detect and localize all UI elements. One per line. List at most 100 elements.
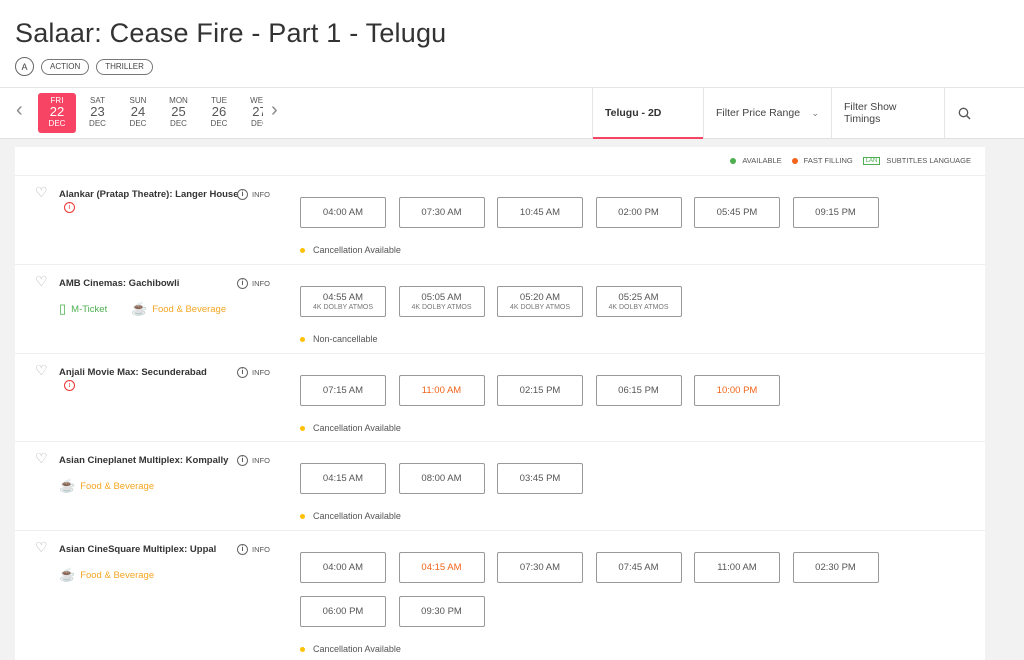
showtime-button[interactable]: 10:00 PM	[694, 375, 780, 406]
info-button[interactable]: i INFO	[237, 278, 270, 289]
showtime-label: 04:00 AM	[322, 562, 364, 573]
status-dot-icon	[300, 425, 305, 431]
showtime-label: 02:00 PM	[618, 207, 659, 218]
showtime-label: 05:05 AM	[421, 292, 462, 303]
showtime-button[interactable]: 02:00 PM	[595, 197, 682, 228]
amenity-label: M-Ticket	[71, 303, 108, 315]
chevron-right-icon[interactable]: ›	[271, 99, 278, 122]
amenity-mobile-ticket: ▯ M-Ticket	[59, 301, 107, 317]
date-strip: FRI 22 DEC SAT 23 DEC SUN 24 DEC MON 25 DEC TUE 26 DEC…	[38, 93, 263, 133]
show-timings-label: Filter Show Timings	[844, 101, 897, 125]
date-number: 23	[90, 104, 105, 119]
info-button[interactable]: i INFO	[237, 367, 270, 378]
showtime-button[interactable]: 06:15 PM	[595, 375, 682, 406]
legend-subtitles: LAN SUBTITLES LANGUAGE	[862, 156, 971, 165]
showtime-button[interactable]: 02:15 PM	[497, 375, 583, 406]
date-tab-tue[interactable]: TUE 26 DEC	[200, 93, 238, 133]
search-icon	[958, 107, 971, 119]
date-tab-mon[interactable]: MON 25 DEC	[160, 93, 198, 133]
show-timings-filter[interactable]: Filter Show Timings	[831, 88, 944, 138]
showtime-label: 04:00 AM	[322, 207, 364, 218]
date-filter-bar: ‹ FRI 22 DEC SAT 23 DEC SUN 24 DEC MON 25 DEC TUE 26 D…	[0, 88, 1024, 139]
info-icon: i	[237, 278, 248, 289]
food-beverage-icon: ☕	[59, 478, 76, 493]
showtime-format: 4K DOLBY ATMOS	[411, 304, 472, 311]
date-month-label: DEC	[48, 119, 66, 128]
info-icon: i	[237, 189, 248, 200]
amenity-label: Food & Beverage	[80, 480, 155, 492]
showtime-label: 11:00 AM	[717, 562, 757, 573]
heart-icon[interactable]: ♡	[35, 273, 48, 290]
showtime-label: 07:45 AM	[618, 562, 659, 573]
showtime-button[interactable]: 02:30 PM	[792, 552, 879, 583]
venue-row: ♡ Anjali Movie Max: Secunderabad i INFO i 07:…	[15, 353, 985, 441]
date-tab-wed[interactable]: WED27DEC	[241, 93, 263, 133]
food-beverage-icon: ☕	[59, 567, 76, 582]
showtime-button[interactable]: 06:00 PM	[300, 596, 386, 627]
cancellation-note: Cancellation Available	[300, 423, 401, 433]
legend-available: AVAILABLE	[730, 156, 782, 165]
date-number: 24	[130, 104, 146, 119]
venue-row: ♡ Asian CineSquare Multiplex: Uppal i INFO ☕…	[15, 530, 985, 660]
available-dot-icon	[730, 157, 737, 164]
showtime-label: 02:30 PM	[815, 562, 856, 573]
legend-available-label: AVAILABLE	[742, 156, 782, 165]
showtime-button[interactable]: 07:15 AM	[300, 375, 386, 406]
showtime-button[interactable]: 04:00 AM	[300, 197, 386, 228]
filters: Telugu - 2D Filter Price Range ⌄ Filter …	[592, 88, 984, 139]
alert-info-icon[interactable]: i	[64, 380, 75, 391]
price-range-filter[interactable]: Filter Price Range ⌄	[703, 88, 831, 138]
heart-icon[interactable]: ♡	[35, 539, 48, 556]
legend-fast-filling: FAST FILLING	[791, 156, 853, 165]
alert-info-icon[interactable]: i	[64, 202, 75, 213]
info-button[interactable]: i INFO	[237, 544, 270, 555]
showtime-button[interactable]: 11:00 AM	[398, 375, 485, 406]
heart-icon[interactable]: ♡	[35, 362, 48, 379]
info-button[interactable]: i INFO	[237, 455, 270, 466]
showtime-button[interactable]: 05:05 AM 4K DOLBY ATMOS	[398, 286, 485, 317]
venue-name[interactable]: Asian Cineplanet Multiplex: Kompally	[59, 455, 228, 466]
showtime-button[interactable]: 04:55 AM 4K DOLBY ATMOS	[300, 286, 386, 317]
showtime-button[interactable]: 09:30 PM	[398, 596, 485, 627]
info-icon: i	[237, 455, 248, 466]
date-tab-fri[interactable]: FRI 22 DEC	[38, 93, 76, 133]
showtime-button[interactable]: 07:30 AM	[398, 197, 485, 228]
venue-name[interactable]: AMB Cinemas: Gachibowli	[59, 278, 179, 289]
showtime-button[interactable]: 07:30 AM	[497, 552, 583, 583]
cancellation-note: Cancellation Available	[300, 511, 401, 521]
chevron-down-icon: ⌄	[811, 107, 819, 118]
showtime-button[interactable]: 04:00 AM	[300, 552, 386, 583]
showtime-button[interactable]: 07:45 AM	[595, 552, 682, 583]
showtime-button[interactable]: 10:45 AM	[497, 197, 583, 228]
showtime-button[interactable]: 05:25 AM 4K DOLBY ATMOS	[595, 286, 682, 317]
venue-name[interactable]: Anjali Movie Max: Secunderabad	[59, 367, 207, 378]
showtime-button[interactable]: 05:20 AM 4K DOLBY ATMOS	[497, 286, 583, 317]
heart-icon[interactable]: ♡	[35, 450, 48, 467]
showtime-button[interactable]: 09:15 PM	[792, 197, 879, 228]
heart-icon[interactable]: ♡	[35, 184, 48, 201]
showtime-label: 11:00 AM	[421, 385, 462, 396]
date-tab-sun[interactable]: SUN 24 DEC	[119, 93, 157, 133]
date-number: 22	[49, 104, 65, 119]
showtime-button[interactable]: 05:45 PM	[694, 197, 780, 228]
venue-name[interactable]: Alankar (Pratap Theatre): Langer House	[59, 189, 239, 200]
showtime-button[interactable]: 04:15 AM	[300, 463, 386, 494]
date-tab-sat[interactable]: SAT 23 DEC	[79, 93, 117, 133]
cancellation-label: Cancellation Available	[313, 423, 401, 433]
chevron-left-icon[interactable]: ‹	[16, 99, 23, 122]
showtime-button[interactable]: 03:45 PM	[497, 463, 583, 494]
showtime-button[interactable]: 11:00 AM	[694, 552, 780, 583]
venue-name[interactable]: Asian CineSquare Multiplex: Uppal	[59, 544, 216, 555]
info-button[interactable]: i INFO	[237, 189, 270, 200]
amenity-food-beverage: ☕ Food & Beverage	[59, 478, 154, 494]
date-number: 26	[211, 104, 227, 119]
showtime-button[interactable]: 04:15 AM	[398, 552, 485, 583]
status-dot-icon	[300, 247, 305, 253]
showtime-label: 08:00 AM	[421, 473, 462, 484]
showtime-button[interactable]: 08:00 AM	[398, 463, 485, 494]
showtime-label: 04:15 AM	[421, 562, 462, 573]
search-button[interactable]	[944, 88, 984, 138]
language-format-filter[interactable]: Telugu - 2D	[592, 88, 703, 139]
venue-row: ♡ AMB Cinemas: Gachibowli i INFO ▯ M-Ticket ☕ F…	[15, 264, 985, 353]
showtime-label: 09:15 PM	[815, 207, 856, 218]
